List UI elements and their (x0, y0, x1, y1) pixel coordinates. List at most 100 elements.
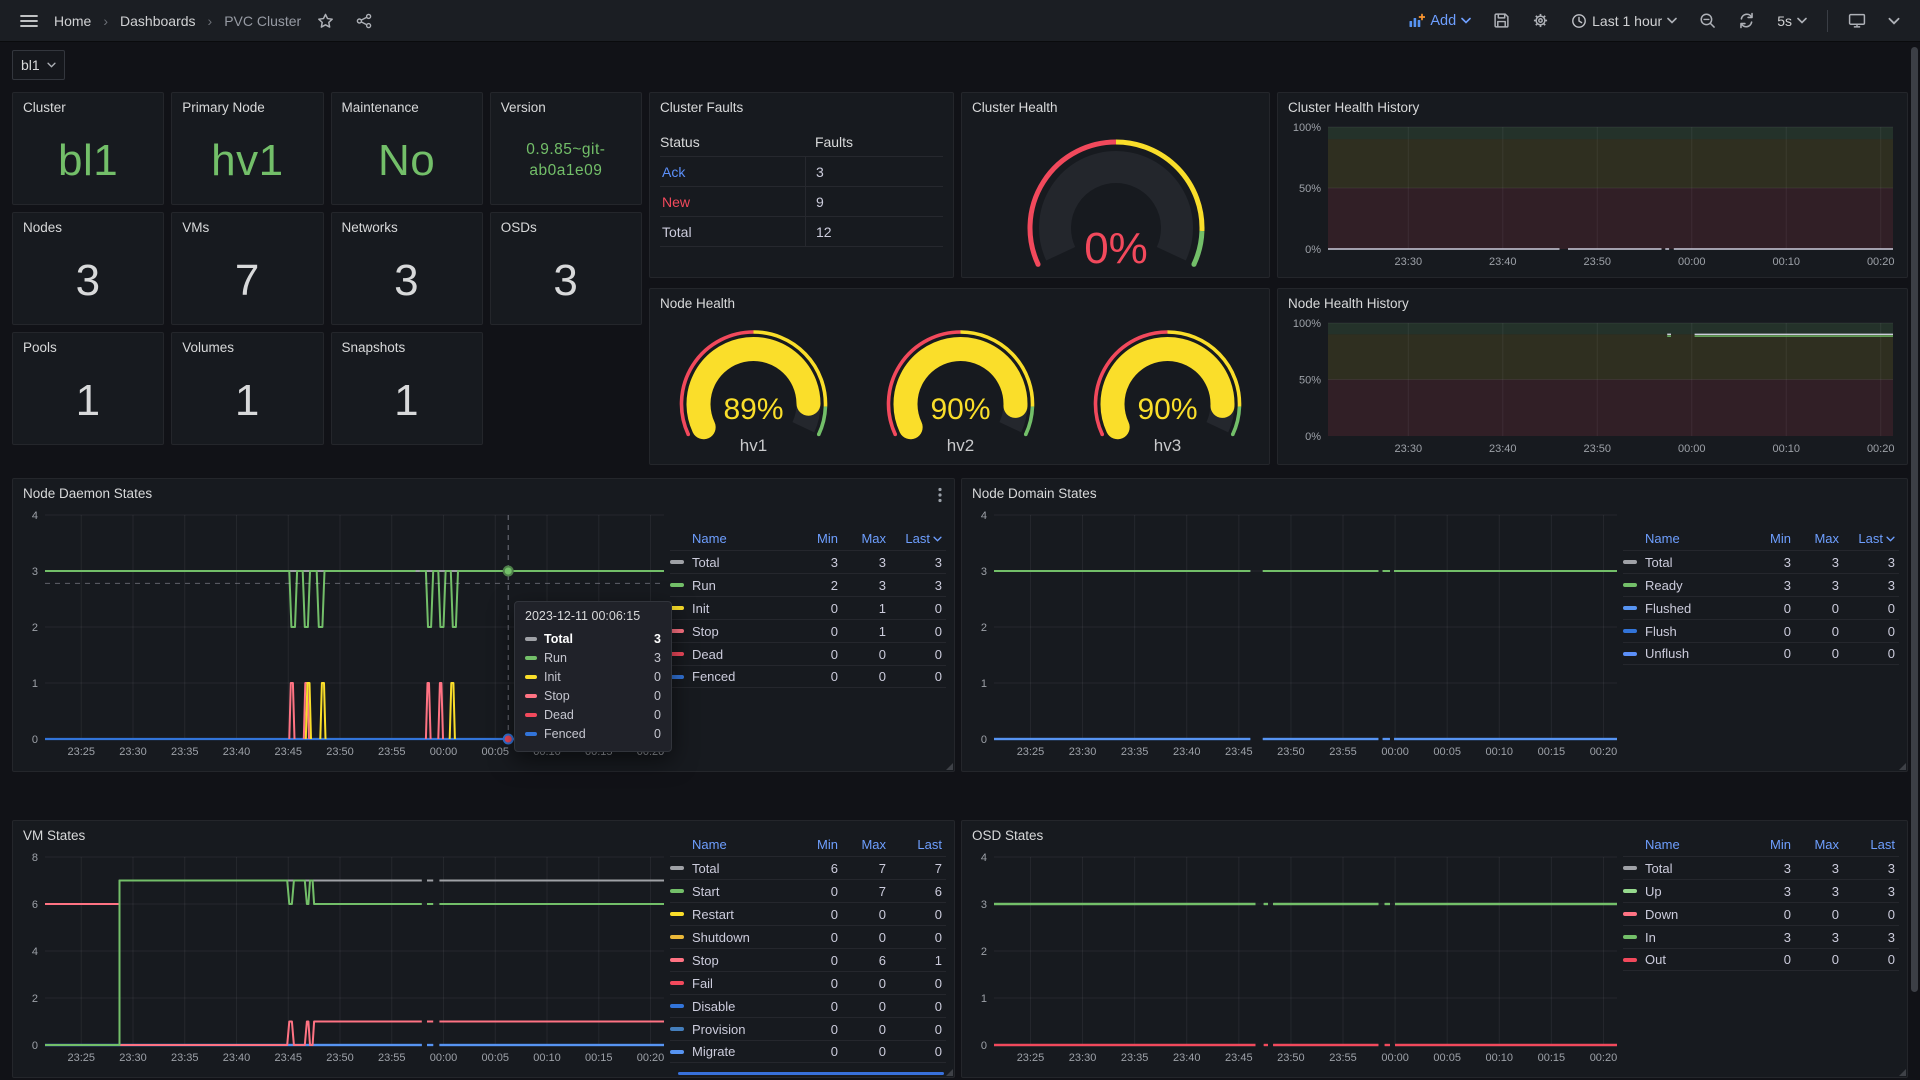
legend-col-last[interactable]: Last (890, 837, 946, 852)
vm-legend-scrollbar[interactable] (678, 1072, 944, 1075)
svg-text:00:20: 00:20 (637, 1052, 665, 1064)
svg-text:00:15: 00:15 (1538, 746, 1566, 758)
series-toggle[interactable]: Fail (670, 976, 798, 991)
series-toggle[interactable]: Total (1623, 861, 1751, 876)
faults-col-status[interactable]: Status (660, 134, 805, 150)
series-toggle[interactable]: Total (1623, 555, 1751, 570)
panel-title[interactable]: Cluster Health (962, 93, 1269, 115)
legend-col-name[interactable]: Name (670, 837, 798, 852)
chevron-down-icon[interactable] (1882, 13, 1906, 29)
breadcrumb-home[interactable]: Home (54, 13, 91, 29)
legend-col-last[interactable]: Last (1843, 531, 1899, 546)
series-toggle[interactable]: Total (670, 555, 798, 570)
svg-text:23:30: 23:30 (119, 1052, 147, 1064)
page-scrollbar[interactable] (1911, 47, 1918, 992)
cluster-health-history-chart[interactable]: 23:3023:4023:5000:0000:1000:200%50%100% (1284, 121, 1901, 271)
panel-node-health: Node Health 89%hv190%hv290%hv3 (649, 288, 1270, 465)
node-health-history-chart[interactable]: 23:3023:4023:5000:0000:1000:200%50%100% (1284, 317, 1901, 458)
legend-col-name[interactable]: Name (1623, 531, 1751, 546)
panel-title[interactable]: Node Health (650, 289, 1269, 311)
series-toggle[interactable]: Stop (670, 624, 798, 639)
series-toggle[interactable]: Run (670, 578, 798, 593)
panel-resize-handle[interactable] (1899, 1069, 1906, 1076)
series-toggle[interactable]: Out (1623, 952, 1751, 967)
panel-resize-handle[interactable] (946, 1069, 953, 1076)
stat-title[interactable]: Volumes (172, 333, 322, 355)
series-toggle[interactable]: Flush (1623, 624, 1751, 639)
stat-title[interactable]: Nodes (13, 213, 163, 235)
zoom-out-icon[interactable] (1693, 8, 1722, 33)
legend-col-name[interactable]: Name (1623, 837, 1751, 852)
series-max: 0 (1795, 952, 1843, 967)
vm-states-chart[interactable]: 23:2523:3023:3523:4023:4523:5023:5500:00… (19, 849, 668, 1071)
series-toggle[interactable]: Flushed (1623, 601, 1751, 616)
panel-title[interactable]: Node Domain States (962, 479, 1907, 501)
series-toggle[interactable]: Dead (670, 647, 798, 662)
svg-text:00:00: 00:00 (1678, 443, 1706, 455)
series-color-swatch (670, 935, 684, 939)
stat-title[interactable]: Maintenance (332, 93, 482, 115)
star-icon[interactable] (311, 9, 340, 33)
settings-gear-icon[interactable] (1526, 8, 1555, 33)
panel-title[interactable]: Node Health History (1278, 289, 1907, 311)
series-toggle[interactable]: Migrate (670, 1044, 798, 1059)
stat-title[interactable]: Networks (332, 213, 482, 235)
legend-col-max[interactable]: Max (1795, 531, 1843, 546)
series-toggle[interactable]: Shutdown (670, 930, 798, 945)
menu-icon[interactable] (14, 9, 44, 33)
legend-col-min[interactable]: Min (798, 837, 842, 852)
legend-col-min[interactable]: Min (1751, 531, 1795, 546)
panel-title[interactable]: Cluster Health History (1278, 93, 1907, 115)
share-icon[interactable] (350, 9, 378, 33)
panel-title[interactable]: Cluster Faults (650, 93, 953, 115)
legend-col-last[interactable]: Last (890, 531, 946, 546)
series-toggle[interactable]: Init (670, 601, 798, 616)
series-toggle[interactable]: Stop (670, 953, 798, 968)
series-toggle[interactable]: Disable (670, 999, 798, 1014)
fault-status: Ack (660, 164, 805, 180)
stat-title[interactable]: Version (491, 93, 641, 115)
series-toggle[interactable]: Fenced (670, 669, 798, 684)
panel-resize-handle[interactable] (1899, 763, 1906, 770)
series-toggle[interactable]: Provision (670, 1022, 798, 1037)
series-toggle[interactable]: Total (670, 861, 798, 876)
refresh-icon[interactable] (1732, 8, 1761, 33)
series-toggle[interactable]: Up (1623, 884, 1751, 899)
refresh-interval-picker[interactable]: 5s (1771, 9, 1813, 33)
stat-value: 7 (172, 243, 322, 318)
stat-title[interactable]: OSDs (491, 213, 641, 235)
series-toggle[interactable]: Restart (670, 907, 798, 922)
stat-title[interactable]: Cluster (13, 93, 163, 115)
series-toggle[interactable]: Ready (1623, 578, 1751, 593)
tv-mode-icon[interactable] (1842, 8, 1872, 33)
stat-title[interactable]: VMs (172, 213, 322, 235)
panel-title[interactable]: Node Daemon States (13, 479, 954, 501)
legend-col-name[interactable]: Name (670, 531, 798, 546)
legend-col-min[interactable]: Min (1751, 837, 1795, 852)
panel-menu-icon[interactable] (934, 485, 946, 510)
sort-chevron-icon (1886, 536, 1895, 542)
stat-title[interactable]: Snapshots (332, 333, 482, 355)
stat-title[interactable]: Pools (13, 333, 163, 355)
series-toggle[interactable]: Start (670, 884, 798, 899)
legend-col-max[interactable]: Max (842, 531, 890, 546)
series-toggle[interactable]: Down (1623, 907, 1751, 922)
variable-dropdown[interactable]: bl1 (12, 50, 65, 80)
legend-col-last[interactable]: Last (1843, 837, 1899, 852)
series-min: 3 (1751, 578, 1795, 593)
stat-title[interactable]: Primary Node (172, 93, 322, 115)
series-min: 0 (1751, 952, 1795, 967)
add-button[interactable]: Add (1402, 9, 1477, 33)
panel-resize-handle[interactable] (946, 763, 953, 770)
time-range-picker[interactable]: Last 1 hour (1565, 9, 1683, 33)
series-toggle[interactable]: In (1623, 930, 1751, 945)
legend-col-max[interactable]: Max (842, 837, 890, 852)
node-domain-states-chart[interactable]: 23:2523:3023:3523:4023:4523:5023:5500:00… (968, 507, 1621, 765)
breadcrumb-dashboards[interactable]: Dashboards (120, 13, 196, 29)
series-toggle[interactable]: Unflush (1623, 646, 1751, 661)
legend-col-min[interactable]: Min (798, 531, 842, 546)
legend-col-max[interactable]: Max (1795, 837, 1843, 852)
faults-col-faults[interactable]: Faults (805, 134, 943, 150)
save-icon[interactable] (1487, 8, 1516, 33)
osd-states-chart[interactable]: 23:2523:3023:3523:4023:4523:5023:5500:00… (968, 849, 1621, 1071)
